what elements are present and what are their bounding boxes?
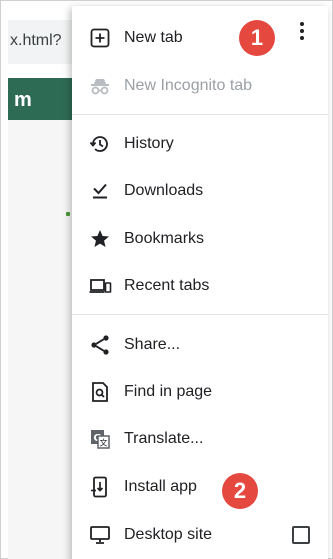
page-header-text: m bbox=[14, 89, 32, 111]
star-icon bbox=[88, 227, 112, 251]
menu-item-label: Find in page bbox=[124, 383, 213, 400]
callout-badge-1: 1 bbox=[239, 20, 275, 56]
menu-item-share[interactable]: Share... bbox=[72, 325, 328, 365]
history-icon bbox=[88, 132, 112, 156]
menu-item-label: Recent tabs bbox=[124, 277, 210, 294]
menu-item-label: History bbox=[124, 135, 174, 152]
menu-item-label: Install app bbox=[124, 478, 197, 495]
browser-overflow-menu: New tab New Incognito tab History Downlo… bbox=[72, 6, 328, 559]
page-decoration bbox=[66, 212, 70, 216]
menu-item-desktop-site[interactable]: Desktop site bbox=[72, 515, 328, 555]
translate-icon: G文 bbox=[88, 427, 112, 451]
menu-item-recent-tabs[interactable]: Recent tabs bbox=[72, 266, 328, 306]
menu-item-history[interactable]: History bbox=[72, 124, 328, 164]
menu-item-label: Desktop site bbox=[124, 526, 213, 543]
plus-box-icon bbox=[88, 26, 112, 50]
download-icon bbox=[88, 179, 112, 203]
menu-item-translate[interactable]: G文 Translate... bbox=[72, 419, 328, 459]
menu-item-label: New tab bbox=[124, 29, 183, 46]
menu-item-install-app[interactable]: Install app bbox=[72, 467, 328, 507]
menu-item-new-incognito-tab[interactable]: New Incognito tab bbox=[72, 66, 328, 106]
desktop-site-checkbox[interactable] bbox=[292, 526, 310, 544]
svg-text:文: 文 bbox=[100, 438, 108, 448]
menu-divider bbox=[72, 114, 328, 115]
menu-item-label: Downloads bbox=[124, 182, 204, 199]
menu-item-label: Share... bbox=[124, 336, 181, 353]
menu-item-downloads[interactable]: Downloads bbox=[72, 171, 328, 211]
menu-divider bbox=[72, 314, 328, 315]
menu-item-new-tab[interactable]: New tab bbox=[72, 18, 328, 58]
callout-badge-2: 2 bbox=[222, 473, 258, 509]
menu-item-find-in-page[interactable]: Find in page bbox=[72, 372, 328, 412]
install-app-icon bbox=[88, 475, 112, 499]
address-bar-url: x.html? bbox=[10, 32, 62, 49]
incognito-icon bbox=[88, 74, 112, 98]
desktop-icon bbox=[88, 523, 112, 547]
menu-item-label: Translate... bbox=[124, 430, 204, 447]
share-icon bbox=[88, 333, 112, 357]
find-in-page-icon bbox=[88, 380, 112, 404]
devices-icon bbox=[88, 274, 112, 298]
menu-item-label: New Incognito tab bbox=[124, 77, 253, 94]
menu-item-label: Bookmarks bbox=[124, 230, 205, 247]
menu-item-bookmarks[interactable]: Bookmarks bbox=[72, 219, 328, 259]
